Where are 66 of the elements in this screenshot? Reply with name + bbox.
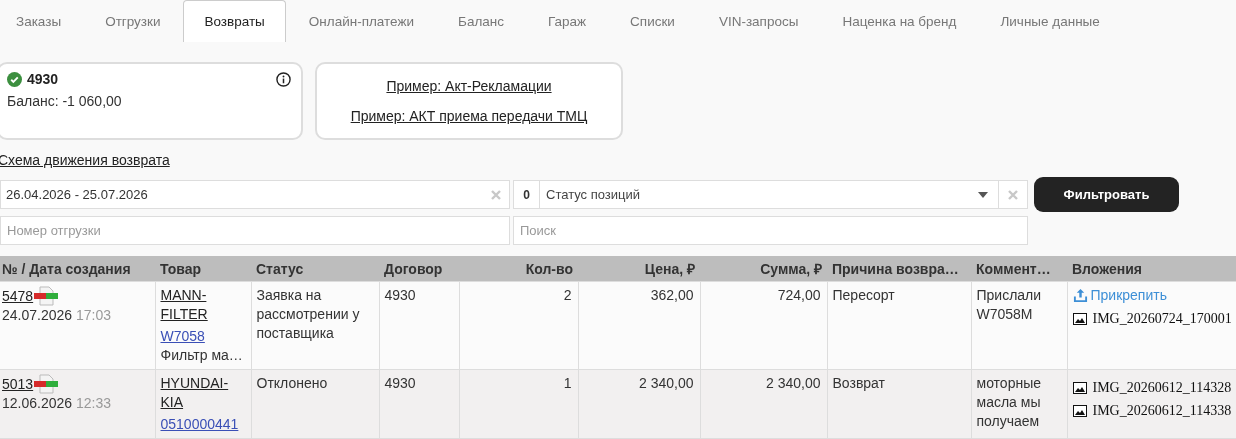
tab[interactable]: Личные данные: [979, 0, 1121, 42]
created-datetime: 12.06.2026 12:33: [2, 394, 112, 413]
contract-text: 4930: [384, 375, 416, 391]
image-icon: [1072, 404, 1087, 417]
status-text: Отклонено: [256, 375, 328, 391]
status-select[interactable]: 0 Статус позиций: [513, 180, 1028, 209]
file-export-icon[interactable]: [34, 286, 59, 306]
column-header[interactable]: Статус: [251, 256, 379, 282]
info-icon[interactable]: [276, 71, 291, 87]
filter-button[interactable]: Фильтровать: [1034, 177, 1179, 212]
image-icon: [1072, 381, 1087, 394]
article-link[interactable]: W7058: [160, 327, 246, 346]
price-text: 2 340,00: [639, 375, 694, 391]
tab[interactable]: Списки: [609, 0, 696, 42]
quantity-text: 2: [563, 287, 572, 303]
selected-count: 0: [514, 181, 540, 208]
account-number: 4930: [27, 71, 60, 87]
reason-text: Пересорт: [832, 287, 895, 303]
example-link[interactable]: Пример: Акт-Рекламации: [386, 78, 552, 94]
column-header[interactable]: Вложения: [1067, 256, 1236, 282]
quantity-text: 1: [563, 375, 572, 391]
return-number-link[interactable]: 5478: [2, 286, 34, 306]
column-header[interactable]: Коммент…: [971, 256, 1067, 282]
column-header[interactable]: № / Дата создания: [0, 256, 155, 282]
column-header[interactable]: Цена, ₽: [578, 256, 700, 282]
column-header[interactable]: Причина возвра…: [827, 256, 971, 282]
image-icon: [1072, 312, 1087, 325]
tab[interactable]: Заказы: [0, 0, 83, 42]
search-field[interactable]: Поиск: [513, 216, 1028, 245]
tab[interactable]: Гараж: [527, 0, 608, 42]
attachment-link[interactable]: IMG_20260612_114328: [1092, 378, 1232, 397]
tab[interactable]: VIN-запросы: [697, 0, 820, 42]
tab[interactable]: Возвраты: [183, 0, 286, 42]
return-number-link[interactable]: 5013: [2, 374, 34, 394]
contract-text: 4930: [384, 287, 416, 303]
example-link[interactable]: Пример: АКТ приема передачи ТМЦ: [350, 108, 588, 124]
file-export-icon[interactable]: [34, 374, 59, 394]
clear-icon: [1008, 189, 1018, 200]
product-description: Фильтр ма…: [160, 346, 244, 365]
reason-text: Возврат: [832, 375, 885, 391]
balance-text: Баланс: -1 060,00: [7, 93, 122, 109]
price-text: 362,00: [650, 287, 694, 303]
status-text: Заявка на рассмотрении у поставщика: [256, 287, 360, 341]
column-header[interactable]: Товар: [155, 256, 251, 282]
upload-icon: [1072, 288, 1088, 303]
tab[interactable]: Отгрузки: [84, 0, 182, 42]
attachment-link[interactable]: IMG_20260724_170001: [1092, 309, 1232, 328]
caret-icon: [978, 191, 988, 198]
brand-link[interactable]: MANN-FILTER: [160, 286, 246, 324]
comment-text: Прислали W7058M: [976, 287, 1042, 322]
attach-link[interactable]: Прикрепить: [1072, 286, 1236, 305]
tab[interactable]: Баланс: [437, 0, 525, 42]
date-range-field[interactable]: 26.04.2026 - 25.07.2026: [0, 180, 510, 209]
attachment-link[interactable]: IMG_20260612_114338: [1092, 401, 1232, 420]
comment-text: моторные масла мы получаем: [976, 375, 1041, 429]
sum-text: 2 340,00: [766, 375, 821, 391]
column-header[interactable]: Кол-во: [459, 256, 578, 282]
shipment-number-field[interactable]: Номер отгрузки: [0, 216, 510, 245]
created-datetime: 24.07.2026 17:03: [2, 306, 112, 325]
column-header[interactable]: Договор: [379, 256, 459, 282]
article-link[interactable]: 0510000441: [160, 415, 246, 434]
tab[interactable]: Наценка на бренд: [821, 0, 978, 42]
brand-link[interactable]: HYUNDAI-KIA: [160, 374, 246, 412]
tab[interactable]: Онлайн-платежи: [287, 0, 435, 42]
column-header[interactable]: Сумма, ₽: [700, 256, 827, 282]
sum-text: 724,00: [777, 287, 821, 303]
